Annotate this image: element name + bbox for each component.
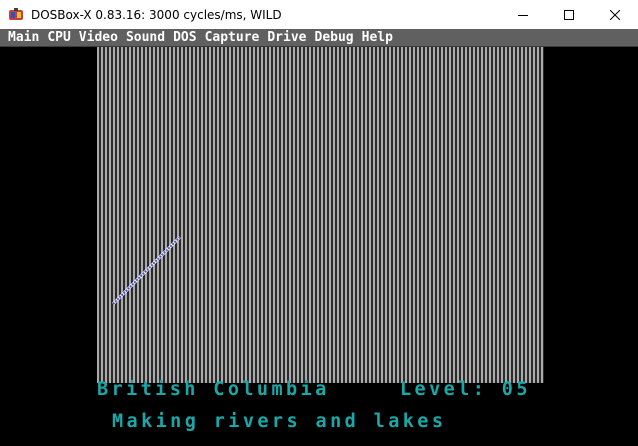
menu-cpu[interactable]: CPU [39, 29, 70, 46]
menu-capture[interactable]: Capture [197, 29, 260, 46]
status-message: Making rivers and lakes [112, 411, 447, 432]
dosbox-icon[interactable] [8, 7, 24, 23]
menu-sound[interactable]: Sound [118, 29, 165, 46]
menu-dos[interactable]: DOS [165, 29, 196, 46]
region-name: British Columbia [97, 379, 330, 400]
menu-drive[interactable]: Drive [259, 29, 306, 46]
window-controls [500, 0, 638, 29]
maximize-button[interactable] [546, 0, 592, 29]
river-drawing [111, 235, 182, 306]
dos-screen[interactable]: British Columbia Level: 05 Making rivers… [0, 47, 638, 446]
close-button[interactable] [592, 0, 638, 29]
level-indicator: Level: 05 [400, 379, 531, 401]
terrain-map [97, 47, 544, 383]
minimize-button[interactable] [500, 0, 546, 29]
minimize-icon [518, 14, 528, 16]
menu-debug[interactable]: Debug [307, 29, 354, 46]
level-value: 05 [501, 379, 531, 400]
menu-bar: Main CPU Video Sound DOS Capture Drive D… [0, 29, 638, 47]
title-bar: DOSBox-X 0.83.16: 3000 cycles/ms, WILD [0, 0, 638, 29]
menu-video[interactable]: Video [71, 29, 118, 46]
level-label: Level: [400, 379, 488, 400]
maximize-icon [564, 9, 574, 20]
window-title: DOSBox-X 0.83.16: 3000 cycles/ms, WILD [31, 7, 282, 22]
menu-main[interactable]: Main [0, 29, 39, 46]
close-icon [610, 9, 620, 20]
menu-help[interactable]: Help [354, 29, 393, 46]
